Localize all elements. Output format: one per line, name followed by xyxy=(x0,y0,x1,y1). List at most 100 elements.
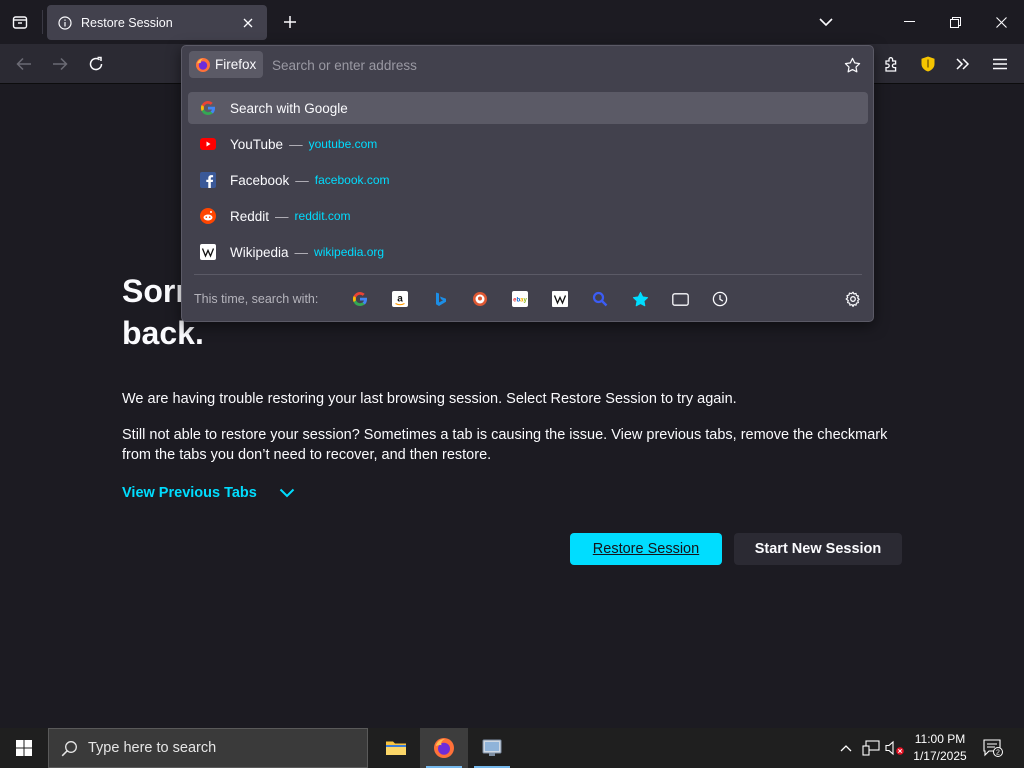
clock-date: 1/17/2025 xyxy=(913,749,967,763)
action-center-button[interactable]: 2 xyxy=(978,728,1008,768)
svg-text:ebay: ebay xyxy=(513,298,527,304)
search-tabs-button[interactable] xyxy=(668,287,692,311)
suggestion-separator: — xyxy=(275,208,289,224)
urlbar-dropdown: Firefox Search with Google YouTube — you… xyxy=(181,45,874,322)
search-engine-search[interactable] xyxy=(588,287,612,311)
google-icon xyxy=(200,100,216,116)
suggestion-title: Wikipedia xyxy=(230,244,289,260)
address-input[interactable] xyxy=(272,55,832,75)
bookmark-page-button[interactable] xyxy=(841,54,863,76)
taskbar-firefox[interactable] xyxy=(420,728,468,768)
help-text: Still not able to restore your session? … xyxy=(122,427,888,463)
search-icon xyxy=(61,740,77,756)
one-off-label: This time, search with: xyxy=(194,292,319,306)
forward-button[interactable] xyxy=(45,49,75,79)
back-button[interactable] xyxy=(9,49,39,79)
overflow-menu-button[interactable] xyxy=(948,49,978,79)
view-previous-tabs-label: View Previous Tabs xyxy=(122,485,257,501)
wikipedia-icon xyxy=(200,244,216,260)
suggestion-url: facebook.com xyxy=(314,173,390,187)
close-window-button[interactable] xyxy=(978,0,1024,44)
one-off-search-row: This time, search with: a ebay xyxy=(182,277,873,321)
reddit-icon xyxy=(200,208,216,224)
new-tab-button[interactable] xyxy=(276,8,304,36)
double-chevron-right-icon xyxy=(956,58,970,70)
arrow-left-icon xyxy=(16,57,31,71)
app-menu-button[interactable] xyxy=(985,49,1015,79)
identity-box[interactable]: Firefox xyxy=(189,51,264,78)
close-tab-icon[interactable] xyxy=(239,14,257,32)
volume-muted-icon xyxy=(885,740,904,756)
svg-text:a: a xyxy=(397,294,403,305)
firefox-view-icon xyxy=(12,16,28,29)
list-all-tabs-button[interactable] xyxy=(812,8,840,36)
chevron-down-icon xyxy=(819,17,833,26)
reload-button[interactable] xyxy=(81,49,111,79)
search-settings-button[interactable] xyxy=(841,287,865,311)
show-hidden-icons-button[interactable] xyxy=(836,728,856,768)
search-engine-bing[interactable] xyxy=(428,287,452,311)
suggestion-url: wikipedia.org xyxy=(314,245,385,259)
search-engine-google[interactable] xyxy=(348,287,372,311)
suggestion-youtube[interactable]: YouTube — youtube.com xyxy=(188,128,868,160)
view-previous-tabs-toggle[interactable]: View Previous Tabs xyxy=(122,485,295,501)
ebay-icon: ebay xyxy=(512,291,528,307)
search-engine-duckduckgo[interactable] xyxy=(468,287,492,311)
clock-time: 11:00 PM xyxy=(914,732,966,746)
suggestion-title: Search with Google xyxy=(230,100,348,116)
puzzle-icon xyxy=(885,57,897,72)
facebook-icon xyxy=(200,172,216,188)
restore-session-button[interactable]: Restore Session xyxy=(570,533,722,565)
notification-icon: 2 xyxy=(983,739,1003,757)
reload-icon xyxy=(89,56,103,71)
taskbar-clock[interactable]: 11:00 PM 1/17/2025 xyxy=(908,731,972,765)
suggestion-reddit[interactable]: Reddit — reddit.com xyxy=(188,200,868,232)
windows-taskbar: Type here to search 11:00 PM 1/17/2025 2 xyxy=(0,728,1024,768)
restore-window-button[interactable] xyxy=(932,0,978,44)
amazon-icon: a xyxy=(392,291,408,307)
network-tray-button[interactable] xyxy=(860,728,882,768)
urlbar: Firefox xyxy=(182,46,873,84)
search-engine-wikipedia[interactable] xyxy=(548,287,572,311)
search-engine-amazon[interactable]: a xyxy=(388,287,412,311)
firefox-logo-icon xyxy=(434,738,454,758)
clock-icon xyxy=(712,291,728,307)
search-bookmarks-button[interactable] xyxy=(628,287,652,311)
duckduckgo-icon xyxy=(473,292,487,306)
firefox-view-button[interactable] xyxy=(6,8,34,36)
search-history-button[interactable] xyxy=(708,287,732,311)
start-button[interactable] xyxy=(0,728,48,768)
taskbar-app-window[interactable] xyxy=(468,728,516,768)
tab-title: Restore Session xyxy=(81,15,173,30)
bing-icon xyxy=(436,292,446,306)
taskbar-file-explorer[interactable] xyxy=(372,728,420,768)
plus-icon xyxy=(284,16,296,28)
extensions-button[interactable] xyxy=(877,49,907,79)
suggestion-separator: — xyxy=(289,136,303,152)
suggestion-facebook[interactable]: Facebook — facebook.com xyxy=(188,164,868,196)
suggestion-search-google[interactable]: Search with Google xyxy=(188,92,868,124)
volume-tray-button[interactable] xyxy=(884,728,906,768)
suggestion-separator: — xyxy=(294,244,309,260)
suggestion-wikipedia[interactable]: Wikipedia — wikipedia.org xyxy=(188,236,868,268)
notification-count: 2 xyxy=(996,750,1000,757)
tab-restore-session[interactable]: Restore Session xyxy=(47,5,267,40)
minimize-button[interactable] xyxy=(886,0,932,44)
tab-strip: Restore Session xyxy=(0,0,1024,44)
star-outline-icon xyxy=(844,57,860,72)
panel-divider xyxy=(194,274,862,275)
suggestion-title: YouTube xyxy=(230,136,284,152)
youtube-icon xyxy=(200,136,216,152)
taskbar-search-box[interactable]: Type here to search xyxy=(48,728,368,768)
arrow-right-icon xyxy=(53,57,68,71)
tab-separator xyxy=(42,10,43,34)
ublock-extension-button[interactable] xyxy=(913,49,943,79)
taskbar-search-placeholder: Type here to search xyxy=(88,740,217,756)
suggestion-title: Facebook xyxy=(230,172,290,188)
info-icon xyxy=(57,15,73,31)
suggestion-url: reddit.com xyxy=(294,209,351,223)
search-engine-ebay[interactable]: ebay xyxy=(508,287,532,311)
network-icon xyxy=(862,740,880,756)
start-new-session-button[interactable]: Start New Session xyxy=(734,533,902,565)
monitor-app-icon xyxy=(482,739,502,756)
